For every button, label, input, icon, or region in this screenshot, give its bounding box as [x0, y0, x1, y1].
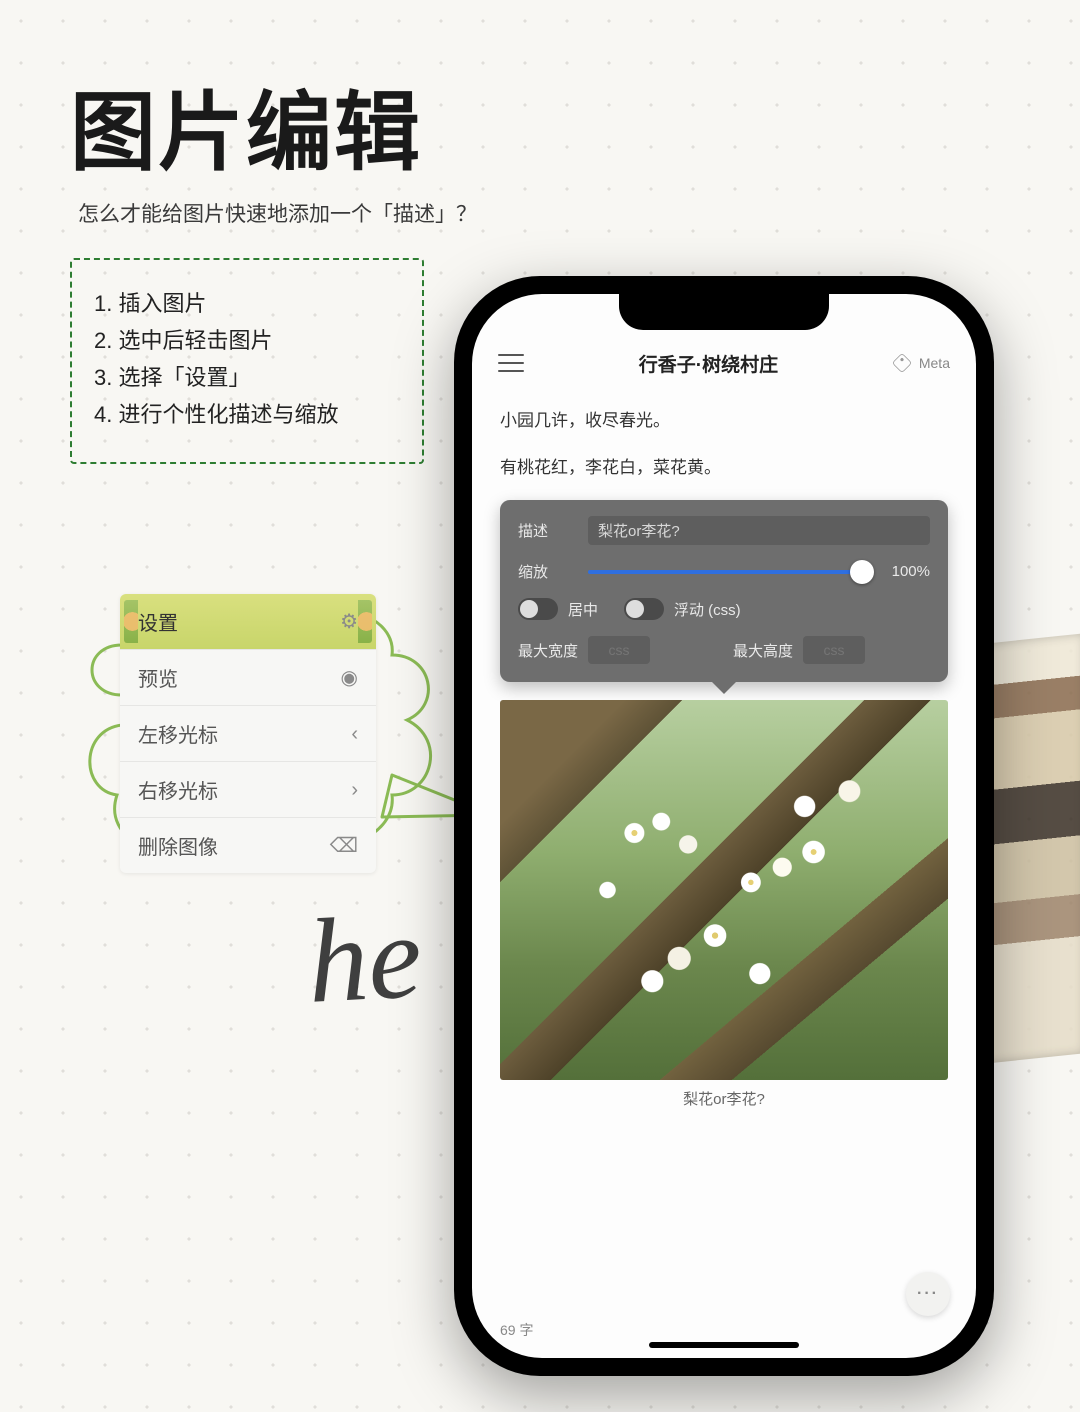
phone-screen: 行香子·树绕村庄 Meta 小园几许，收尽春光。 有桃花红，李花白，菜花黄。 描… — [472, 294, 976, 1358]
meta-button[interactable]: Meta — [893, 354, 950, 372]
float-toggle-label: 浮动 (css) — [674, 599, 741, 620]
eye-icon: ◉ — [341, 668, 358, 688]
app-document-title: 行香子·树绕村庄 — [639, 350, 778, 377]
phone-frame: 行香子·树绕村庄 Meta 小园几许，收尽春光。 有桃花红，李花白，菜花黄。 描… — [454, 276, 994, 1376]
app-footer: 69 字 — [472, 1320, 976, 1340]
home-indicator — [649, 1342, 799, 1348]
steps-box: 插入图片 选中后轻击图片 选择「设置」 进行个性化描述与缩放 — [70, 258, 424, 464]
context-menu-item-preview[interactable]: 预览 ◉ — [120, 650, 376, 706]
context-menu-item-cursor-left[interactable]: 左移光标 ‹ — [120, 706, 376, 762]
max-width-input[interactable] — [588, 636, 650, 664]
context-menu-label: 右移光标 — [138, 775, 218, 804]
center-toggle[interactable] — [518, 598, 558, 620]
step-item: 选择「设置」 — [94, 360, 406, 397]
page-subtitle: 怎么才能给图片快速地添加一个「描述」？ — [78, 198, 477, 228]
image-settings-popover: 描述 缩放 100% 居中 浮 — [500, 500, 948, 682]
context-menu-item-cursor-right[interactable]: 右移光标 › — [120, 762, 376, 818]
tag-icon — [892, 353, 912, 373]
context-menu-label: 删除图像 — [138, 831, 218, 860]
desc-label: 描述 — [518, 520, 574, 541]
step-item: 选中后轻击图片 — [94, 323, 406, 360]
word-count: 69 字 — [500, 1320, 533, 1340]
step-item: 进行个性化描述与缩放 — [94, 397, 406, 434]
editor-line[interactable]: 有桃花红，李花白，菜花黄。 — [500, 453, 948, 478]
context-menu-label: 预览 — [138, 663, 178, 692]
editor-body: 小园几许，收尽春光。 有桃花红，李花白，菜花黄。 描述 缩放 100% — [472, 398, 976, 1304]
zoom-label: 缩放 — [518, 561, 574, 582]
step-item: 插入图片 — [94, 286, 406, 323]
context-menu-item-delete[interactable]: 删除图像 ⌫ — [120, 818, 376, 873]
zoom-slider[interactable] — [588, 570, 862, 574]
max-height-input[interactable] — [803, 636, 865, 664]
context-menu-item-settings[interactable]: 设置 ⚙ — [120, 594, 376, 650]
page-title: 图片编辑 — [70, 62, 422, 187]
gear-icon: ⚙ — [340, 612, 358, 632]
desc-input[interactable] — [588, 516, 930, 545]
more-fab[interactable]: ··· — [906, 1272, 950, 1316]
context-menu-label: 设置 — [138, 607, 178, 636]
backspace-icon: ⌫ — [330, 836, 358, 856]
chevron-left-icon: ‹ — [351, 724, 358, 744]
image-caption: 梨花or李花? — [500, 1088, 948, 1109]
phone-notch — [619, 294, 829, 330]
context-menu: 设置 ⚙ 预览 ◉ 左移光标 ‹ 右移光标 › 删除图像 ⌫ — [120, 594, 376, 873]
meta-label: Meta — [919, 355, 950, 371]
inserted-image[interactable] — [500, 700, 948, 1080]
zoom-slider-thumb[interactable] — [850, 560, 874, 584]
float-toggle[interactable] — [624, 598, 664, 620]
center-toggle-label: 居中 — [568, 599, 598, 620]
context-menu-label: 左移光标 — [138, 719, 218, 748]
max-height-label: 最大高度 — [733, 640, 793, 661]
decorative-handwriting: he — [304, 887, 424, 1031]
app-header: 行香子·树绕村庄 Meta — [472, 338, 976, 388]
chevron-right-icon: › — [351, 780, 358, 800]
hamburger-icon[interactable] — [498, 354, 524, 372]
max-width-label: 最大宽度 — [518, 640, 578, 661]
editor-line[interactable]: 小园几许，收尽春光。 — [500, 406, 948, 431]
zoom-value: 100% — [892, 563, 930, 580]
